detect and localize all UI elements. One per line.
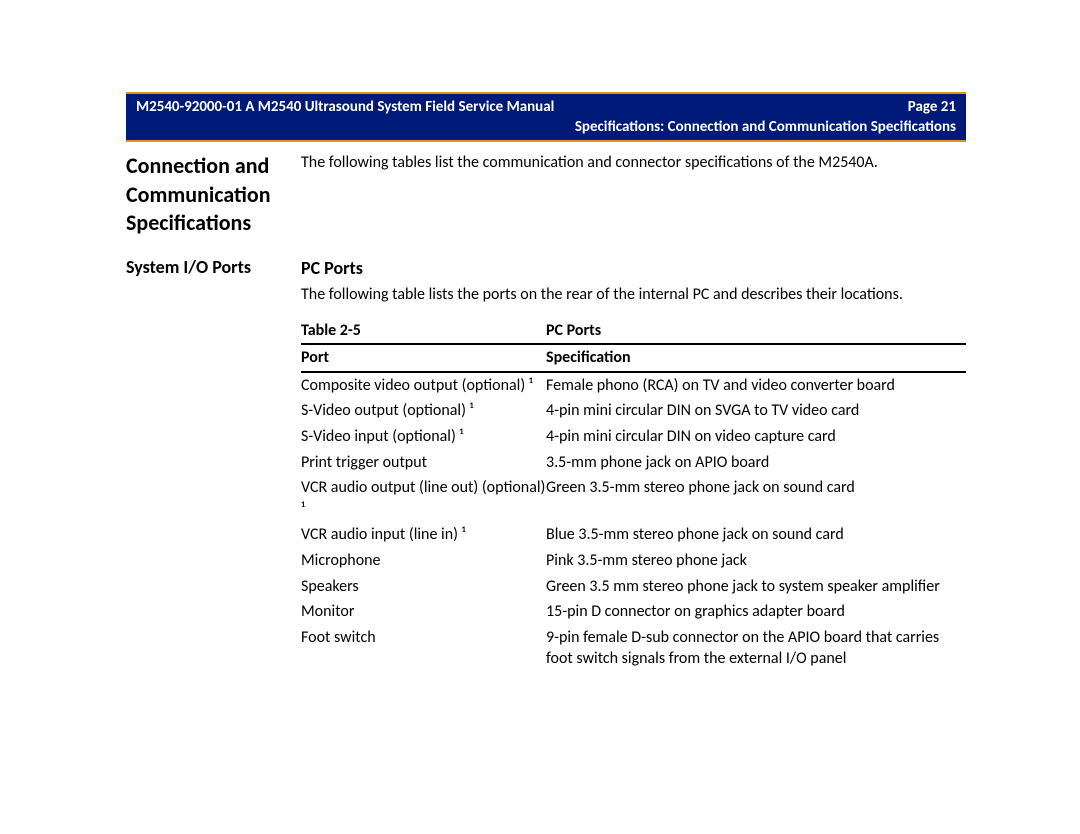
cell-port: VCR audio output (line out) (optional) ¹: [301, 475, 546, 522]
cell-port: Composite video output (optional) ¹: [301, 372, 546, 399]
table-header-row: Port Specification: [301, 344, 966, 372]
table-row: VCR audio input (line in) ¹Blue 3.5-mm s…: [301, 522, 966, 548]
header-top-row: M2540-92000-01 A M2540 Ultrasound System…: [136, 98, 956, 116]
table-row: Print trigger output3.5-mm phone jack on…: [301, 450, 966, 476]
table-row: MicrophonePink 3.5-mm stereo phone jack: [301, 548, 966, 574]
col-header-port: Port: [301, 344, 546, 372]
pc-ports-intro: The following table lists the ports on t…: [301, 284, 966, 306]
col-header-spec: Specification: [546, 344, 966, 372]
intro-paragraph: The following tables list the communicat…: [301, 152, 966, 174]
cell-spec: 4-pin mini circular DIN on video capture…: [546, 424, 966, 450]
table-row: S-Video input (optional) ¹4-pin mini cir…: [301, 424, 966, 450]
cell-spec: 15-pin D connector on graphics adapter b…: [546, 599, 966, 625]
cell-port: Foot switch: [301, 625, 546, 672]
cell-spec: 9-pin female D-sub connector on the APIO…: [546, 625, 966, 672]
cell-port: Monitor: [301, 599, 546, 625]
table-row: Composite video output (optional) ¹Femal…: [301, 372, 966, 399]
cell-port: Print trigger output: [301, 450, 546, 476]
cell-spec: 4-pin mini circular DIN on SVGA to TV vi…: [546, 398, 966, 424]
subsection-heading: System I/O Ports: [126, 256, 301, 672]
table-row: SpeakersGreen 3.5 mm stereo phone jack t…: [301, 574, 966, 600]
pc-ports-heading: PC Ports: [301, 256, 966, 280]
cell-spec: 3.5-mm phone jack on APIO board: [546, 450, 966, 476]
cell-port: Speakers: [301, 574, 546, 600]
section-heading: Connection and Commu­nication Specificat…: [126, 152, 301, 238]
section-breadcrumb: Specifications: Connection and Communica…: [136, 118, 956, 136]
table-label-row: Table 2-5 PC Ports: [301, 320, 966, 342]
ports-row: System I/O Ports PC Ports The following …: [126, 256, 966, 672]
cell-port: Microphone: [301, 548, 546, 574]
document-id: M2540-92000-01 A M2540 Ultrasound System…: [136, 98, 554, 116]
page-header-bar: M2540-92000-01 A M2540 Ultrasound System…: [126, 92, 966, 142]
table-title: PC Ports: [546, 320, 601, 342]
page-number: Page 21: [908, 98, 956, 116]
table-row: VCR audio output (line out) (optional) ¹…: [301, 475, 966, 522]
cell-spec: Green 3.5 mm stereo phone jack to system…: [546, 574, 966, 600]
cell-spec: Blue 3.5-mm stereo phone jack on sound c…: [546, 522, 966, 548]
page-content: Connection and Commu­nication Specificat…: [126, 152, 966, 672]
cell-port: S-Video input (optional) ¹: [301, 424, 546, 450]
cell-port: S-Video output (optional) ¹: [301, 398, 546, 424]
cell-port: VCR audio input (line in) ¹: [301, 522, 546, 548]
table-row: S-Video output (optional) ¹4-pin mini ci…: [301, 398, 966, 424]
pc-ports-table: Port Specification Composite video outpu…: [301, 343, 966, 672]
cell-spec: Female phono (RCA) on TV and video conve…: [546, 372, 966, 399]
cell-spec: Green 3.5-mm stereo phone jack on sound …: [546, 475, 966, 522]
table-row: Monitor15-pin D connector on graphics ad…: [301, 599, 966, 625]
intro-row: Connection and Commu­nication Specificat…: [126, 152, 966, 238]
table-number: Table 2-5: [301, 320, 546, 342]
table-row: Foot switch9-pin female D-sub connector …: [301, 625, 966, 672]
cell-spec: Pink 3.5-mm stereo phone jack: [546, 548, 966, 574]
